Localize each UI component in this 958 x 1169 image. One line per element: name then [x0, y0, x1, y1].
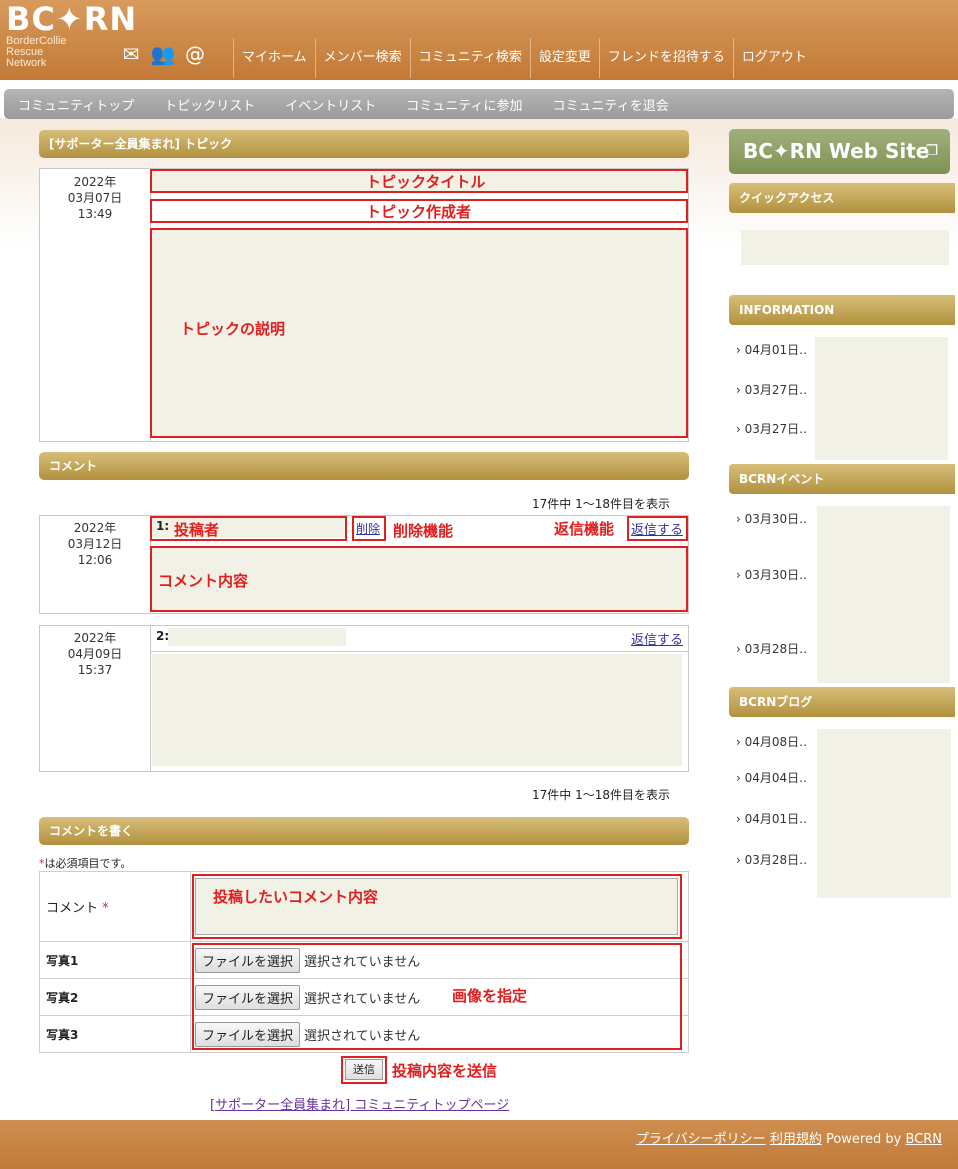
topic-date: 2022年 03月07日 13:49: [40, 174, 150, 222]
subnav-leave[interactable]: コミュニティを退会: [553, 95, 669, 114]
comment-1-year: 2022年: [73, 521, 117, 535]
delete-function-label: 削除機能: [393, 522, 454, 540]
comment-2-date: 2022年 04月09日 15:37: [40, 630, 150, 678]
website-banner-text: BC✦RN Web Site: [743, 139, 930, 163]
blog-item-3[interactable]: › 04月01日‥: [736, 810, 807, 827]
comment-1-reply-link[interactable]: 返信する: [631, 519, 683, 538]
comment-2-content-field: [152, 654, 682, 766]
blog-item-4[interactable]: › 03月28日‥: [736, 851, 807, 868]
nav-invite-friend[interactable]: フレンドを招待する: [598, 38, 733, 78]
blog-item-1[interactable]: › 04月08日‥: [736, 733, 807, 750]
topic-description-label: トピックの説明: [180, 320, 286, 338]
topic-author-label: トピック作成者: [366, 203, 472, 221]
comment-textarea-annotation: 投稿したいコメント内容: [213, 888, 379, 906]
comment-1-content-label: コメント内容: [158, 572, 249, 590]
nav-member-search[interactable]: メンバー検索: [314, 38, 410, 78]
comment-1-number: 1:: [156, 519, 170, 533]
information-content: [815, 337, 948, 460]
events-title: BCRNイベント: [729, 464, 955, 494]
topic-date-year: 2022年: [73, 175, 117, 189]
nav-my-home[interactable]: マイホーム: [233, 38, 315, 78]
event-item-1[interactable]: › 03月30日‥: [736, 510, 807, 527]
submit-annotation: 投稿内容を送信: [392, 1062, 498, 1080]
information-title: INFORMATION: [729, 295, 955, 325]
comment-2-author-field: [168, 628, 346, 646]
comment-2-time: 15:37: [77, 663, 113, 677]
image-annotation: 画像を指定: [452, 987, 528, 1005]
community-top-link[interactable]: [サポーター全員集まれ] コミュニティトップページ: [210, 1094, 509, 1113]
comments-section-title: コメント: [39, 452, 689, 480]
comment-1-delete-link[interactable]: 削除: [356, 520, 380, 537]
logo-text: BC✦RN: [6, 0, 138, 38]
info-item-3[interactable]: › 03月27日‥: [736, 420, 807, 437]
topic-title-label: トピックタイトル: [366, 173, 486, 191]
website-banner[interactable]: BC✦RN Web Site ❐: [729, 129, 950, 174]
required-note: *は必須項目です。: [39, 855, 131, 871]
people-icon[interactable]: 👥: [150, 42, 176, 66]
nav-community-search[interactable]: コミュニティ検索: [409, 38, 530, 78]
comment-form-title: コメントを書く: [39, 817, 689, 845]
event-item-3[interactable]: › 03月28日‥: [736, 640, 807, 657]
comment-count-bottom: 17件中 1〜18件目を表示: [532, 788, 670, 802]
photos-highlight: [192, 943, 682, 1050]
comment-2-year: 2022年: [73, 631, 117, 645]
quick-access-box: [741, 230, 949, 265]
header: BC✦RN BorderCollie Rescue Network ✉ 👥 @ …: [0, 0, 958, 80]
info-item-2[interactable]: › 03月27日‥: [736, 381, 807, 398]
comment-required-mark: *: [102, 901, 109, 916]
comment-label: コメント: [46, 901, 99, 916]
at-icon[interactable]: @: [182, 42, 208, 66]
mail-icon[interactable]: ✉: [118, 42, 144, 66]
terms-link[interactable]: 利用規約: [770, 1132, 822, 1147]
nav-logout[interactable]: ログアウト: [732, 38, 815, 78]
quick-access-title: クイックアクセス: [729, 183, 955, 213]
subnav-event-list[interactable]: イベントリスト: [285, 95, 376, 114]
subnav-join[interactable]: コミュニティに参加: [406, 95, 522, 114]
topic-date-day: 03月07日: [67, 191, 123, 205]
subnav-topic-list[interactable]: トピックリスト: [164, 95, 255, 114]
bcrn-link[interactable]: BCRN: [905, 1132, 942, 1147]
community-subnav: コミュニティトップ トピックリスト イベントリスト コミュニティに参加 コミュニ…: [4, 89, 954, 119]
comment-label-cell: コメント *: [39, 871, 191, 942]
submit-button[interactable]: 送信: [345, 1059, 383, 1080]
blog-item-2[interactable]: › 04月04日‥: [736, 769, 807, 786]
events-content: [817, 506, 950, 683]
required-note-text: は必須項目です。: [44, 857, 132, 870]
photo-1-label: 写真1: [39, 941, 191, 979]
subnav-community-top[interactable]: コミュニティトップ: [18, 95, 134, 114]
privacy-policy-link[interactable]: プライバシーポリシー: [636, 1132, 766, 1147]
blog-content: [817, 729, 951, 898]
comment-count-top: 17件中 1〜18件目を表示: [532, 497, 670, 511]
reply-function-label: 返信機能: [554, 520, 615, 538]
comment-1-time: 12:06: [77, 553, 113, 567]
top-nav: マイホーム メンバー検索 コミュニティ検索 設定変更 フレンドを招待する ログア…: [233, 38, 815, 78]
footer-links: プライバシーポリシー 利用規約 Powered by BCRN: [636, 1128, 942, 1147]
comment-1-author-label: 投稿者: [174, 521, 220, 539]
event-item-2[interactable]: › 03月30日‥: [736, 566, 807, 583]
comment-2-reply-link[interactable]: 返信する: [631, 629, 683, 648]
footer: プライバシーポリシー 利用規約 Powered by BCRN: [0, 1120, 958, 1169]
comment-1-date: 2022年 03月12日 12:06: [40, 520, 150, 568]
comment-1-day: 03月12日: [67, 537, 123, 551]
info-item-1[interactable]: › 04月01日‥: [736, 341, 807, 358]
blog-title: BCRNブログ: [729, 687, 955, 717]
photo-2-label: 写真2: [39, 978, 191, 1016]
nav-settings[interactable]: 設定変更: [529, 38, 599, 78]
topic-section-title: [サポーター全員集まれ] トピック: [39, 130, 689, 158]
powered-by-text: Powered by: [825, 1132, 902, 1147]
photo-3-label: 写真3: [39, 1015, 191, 1053]
comment-2-day: 04月09日: [67, 647, 123, 661]
external-link-icon: ❐: [925, 143, 938, 159]
topic-date-time: 13:49: [77, 207, 113, 221]
